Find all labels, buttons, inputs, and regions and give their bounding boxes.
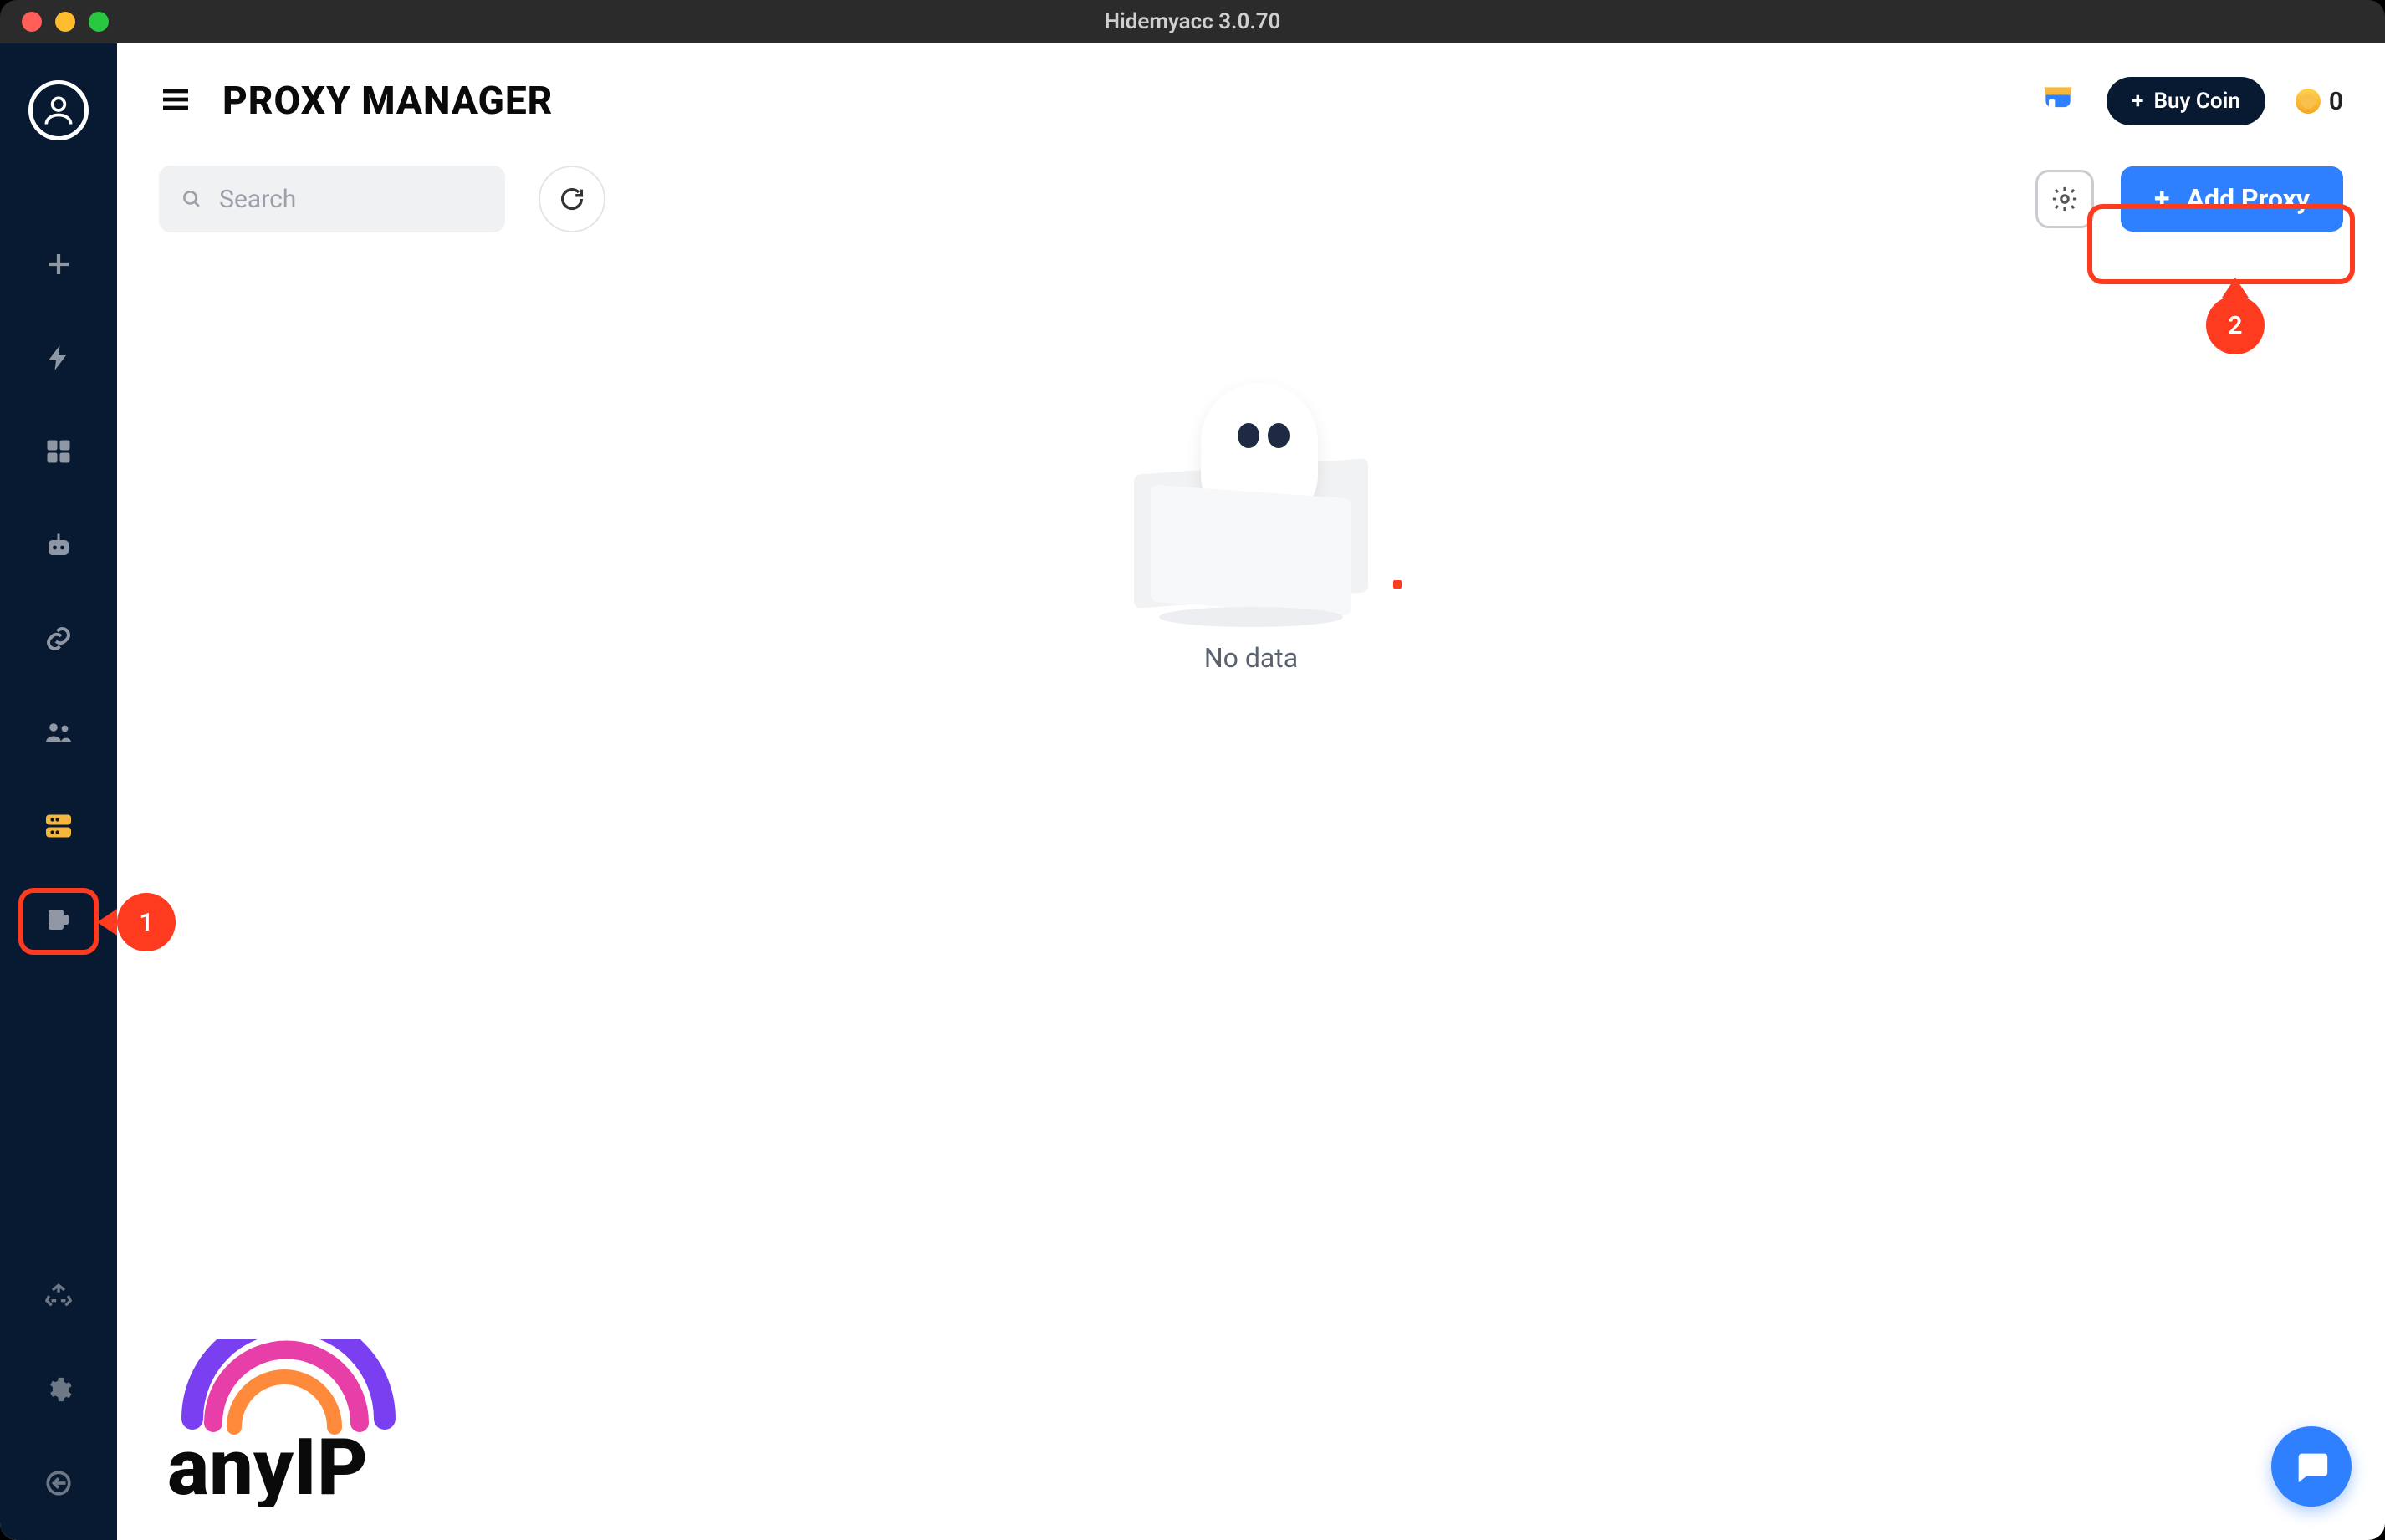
account-avatar[interactable] [28,80,89,140]
refresh-button[interactable] [539,166,605,232]
server-icon [43,811,74,841]
empty-illustration [1109,366,1393,617]
sidebar-item-extensions[interactable] [35,896,82,943]
callout-1-bubble: 1 [117,893,176,951]
store-icon [2040,81,2076,118]
coin-balance: 0 [2296,87,2343,116]
window-title: Hidemyacc 3.0.70 [1105,9,1281,34]
traffic-lights [22,12,109,32]
link-icon [43,624,74,654]
sidebar-item-quick[interactable] [35,334,82,381]
empty-state: No data [159,366,2343,674]
empty-message: No data [1204,642,1298,674]
sidebar-item-settings[interactable] [35,1366,82,1413]
hamburger-icon [159,83,192,116]
sidebar-item-sync[interactable] [35,615,82,662]
sidebar [0,43,117,1540]
search-box[interactable] [159,166,505,232]
callout-1-number: 1 [139,908,153,937]
coin-icon [2296,89,2321,114]
add-proxy-label: Add Proxy [2187,183,2310,215]
user-icon [40,92,77,129]
grid-icon [43,436,74,467]
recycle-icon [44,1282,73,1310]
proxy-settings-button[interactable] [2035,170,2094,228]
buy-coin-button[interactable]: + Buy Coin [2107,77,2265,125]
window-close-button[interactable] [22,12,42,32]
bolt-icon [43,343,74,373]
refresh-icon [558,185,586,213]
callout-2-bubble: 2 [2206,296,2265,354]
chat-icon [2292,1447,2331,1486]
sidebar-item-proxy[interactable] [35,803,82,849]
add-proxy-button[interactable]: + Add Proxy [2121,166,2343,232]
extensions-icon [43,905,74,935]
coin-count: 0 [2329,87,2343,116]
window-minimize-button[interactable] [55,12,75,32]
callout-2-number: 2 [2228,311,2242,340]
team-icon [43,717,74,747]
sidebar-item-logout[interactable] [35,1460,82,1507]
gear-icon [2050,185,2079,213]
sidebar-item-apps[interactable] [35,428,82,475]
anyip-logo: anyIP [167,1339,485,1507]
sidebar-item-team[interactable] [35,709,82,756]
plus-icon: + [2154,182,2170,216]
logout-icon [44,1469,73,1497]
header: PROXY MANAGER + Buy Coin 0 [159,77,2343,125]
sidebar-item-automation[interactable] [35,522,82,569]
gear-icon [44,1375,73,1404]
plus-icon: + [2132,89,2143,114]
buy-coin-label: Buy Coin [2153,89,2239,114]
search-icon [181,186,202,212]
window-zoom-button[interactable] [89,12,109,32]
sidebar-item-recycle[interactable] [35,1272,82,1319]
anyip-logo-icon: anyIP [167,1339,485,1507]
app-window: Hidemyacc 3.0.70 [0,0,2385,1540]
titlebar: Hidemyacc 3.0.70 [0,0,2385,43]
chat-fab[interactable] [2271,1426,2352,1507]
plus-icon [43,249,74,279]
page-title: PROXY MANAGER [222,79,553,124]
toolbar: + Add Proxy [159,166,2343,232]
search-input[interactable] [219,185,483,214]
svg-text:anyIP: anyIP [167,1421,368,1507]
menu-toggle[interactable] [159,83,192,120]
robot-icon [43,530,74,560]
main-panel: PROXY MANAGER + Buy Coin 0 [117,43,2385,1540]
sidebar-item-new[interactable] [35,241,82,288]
store-button[interactable] [2040,81,2076,121]
